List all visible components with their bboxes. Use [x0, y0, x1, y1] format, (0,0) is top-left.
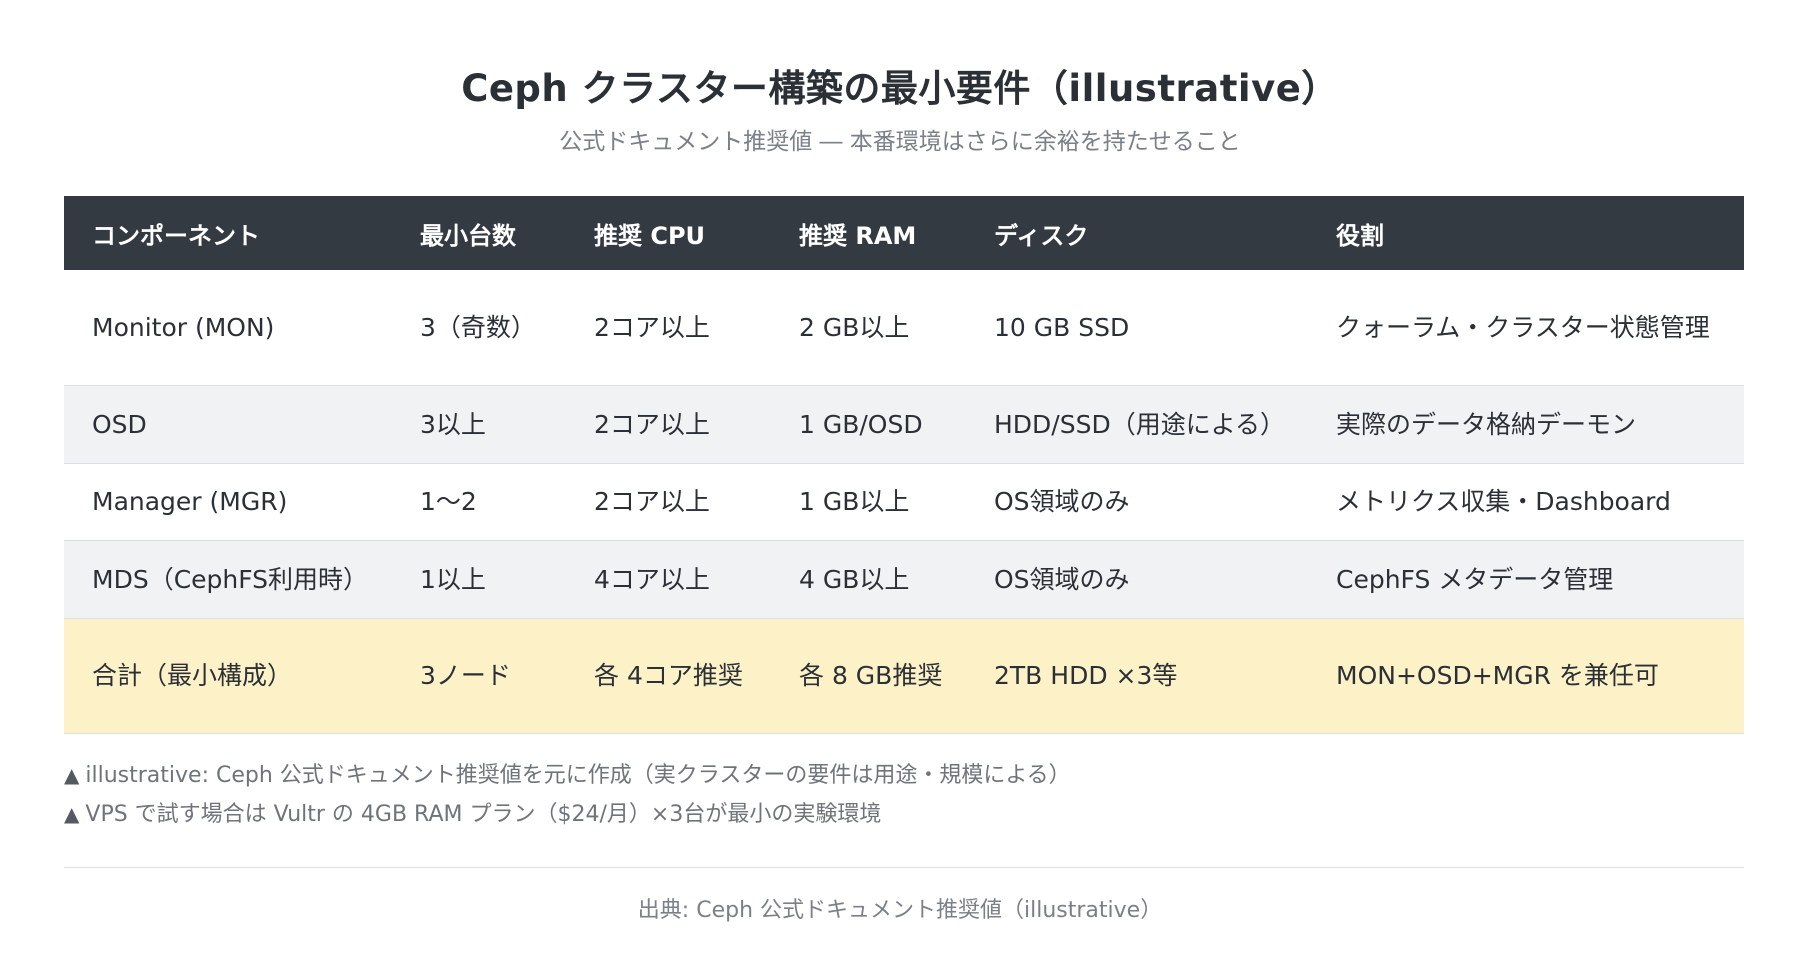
note-item: ▲ VPS で試す場合は Vultr の 4GB RAM プラン（$24/月）×3… [64, 795, 1071, 834]
table-cell: 1以上 [392, 540, 566, 619]
table-cell: CephFS メタデータ管理 [1308, 540, 1744, 619]
notes: ▲ illustrative: Ceph 公式ドキュメント推奨値を元に作成（実クラ… [64, 756, 1071, 834]
table-row-total: 合計（最小構成） 3ノード 各 4コア推奨 各 8 GB推奨 2TB HDD ×… [64, 618, 1744, 734]
table-row: OSD 3以上 2コア以上 1 GB/OSD HDD/SSD（用途による） 実際… [64, 385, 1744, 464]
table-cell: 実際のデータ格納デーモン [1308, 385, 1744, 464]
table-row: MDS（CephFS利用時） 1以上 4コア以上 4 GB以上 OS領域のみ C… [64, 540, 1744, 619]
table-cell: 各 4コア推奨 [566, 618, 771, 734]
table-cell: 2コア以上 [566, 463, 771, 541]
table-cell: 3以上 [392, 385, 566, 464]
page: Ceph クラスター構築の最小要件（illustrative） 公式ドキュメント… [0, 0, 1800, 958]
table-cell: 2TB HDD ×3等 [966, 618, 1308, 734]
table-cell: 4 GB以上 [771, 540, 966, 619]
table-cell: 3（奇数） [392, 270, 566, 386]
note-text: illustrative: Ceph 公式ドキュメント推奨値を元に作成（実クラス… [85, 763, 1071, 788]
table-cell: メトリクス収集・Dashboard [1308, 463, 1744, 541]
table-cell: MDS（CephFS利用時） [64, 540, 392, 619]
table-cell: Monitor (MON) [64, 270, 392, 386]
table-cell: 1 GB/OSD [771, 385, 966, 464]
table-header-row: コンポーネント 最小台数 推奨 CPU 推奨 RAM ディスク 役割 [64, 196, 1744, 270]
note-item: ▲ illustrative: Ceph 公式ドキュメント推奨値を元に作成（実クラ… [64, 756, 1071, 795]
column-header-ram: 推奨 RAM [771, 196, 966, 270]
column-header-cpu: 推奨 CPU [566, 196, 771, 270]
table-row: Manager (MGR) 1〜2 2コア以上 1 GB以上 OS領域のみ メト… [64, 463, 1744, 541]
requirements-table: コンポーネント 最小台数 推奨 CPU 推奨 RAM ディスク 役割 Monit… [64, 196, 1744, 734]
table-cell: 10 GB SSD [966, 270, 1308, 386]
table-cell: 2 GB以上 [771, 270, 966, 386]
table-cell: 2コア以上 [566, 270, 771, 386]
source-footer: 出典: Ceph 公式ドキュメント推奨値（illustrative） [637, 898, 1163, 923]
page-title: Ceph クラスター構築の最小要件（illustrative） [461, 67, 1339, 110]
table-cell: HDD/SSD（用途による） [966, 385, 1308, 464]
table-cell: 2コア以上 [566, 385, 771, 464]
table-row: Monitor (MON) 3（奇数） 2コア以上 2 GB以上 10 GB S… [64, 270, 1744, 386]
column-header-component: コンポーネント [64, 196, 392, 270]
table-cell: MON+OSD+MGR を兼任可 [1308, 618, 1744, 734]
triangle-icon: ▲ [64, 763, 80, 787]
table-cell: 1 GB以上 [771, 463, 966, 541]
table-cell: 4コア以上 [566, 540, 771, 619]
table-cell: Manager (MGR) [64, 463, 392, 541]
triangle-icon: ▲ [64, 802, 80, 826]
table-cell: 3ノード [392, 618, 566, 734]
table-cell: 合計（最小構成） [64, 618, 392, 734]
table-cell: OS領域のみ [966, 463, 1308, 541]
column-header-disk: ディスク [966, 196, 1308, 270]
table-cell: 各 8 GB推奨 [771, 618, 966, 734]
table-cell: クォーラム・クラスター状態管理 [1308, 270, 1744, 386]
table-cell: OS領域のみ [966, 540, 1308, 619]
column-header-min-count: 最小台数 [392, 196, 566, 270]
note-text: VPS で試す場合は Vultr の 4GB RAM プラン（$24/月）×3台… [85, 802, 882, 827]
divider [64, 867, 1744, 868]
page-subtitle: 公式ドキュメント推奨値 ― 本番環境はさらに余裕を持たせること [559, 129, 1241, 155]
table-cell: 1〜2 [392, 463, 566, 541]
column-header-role: 役割 [1308, 196, 1744, 270]
table-cell: OSD [64, 385, 392, 464]
